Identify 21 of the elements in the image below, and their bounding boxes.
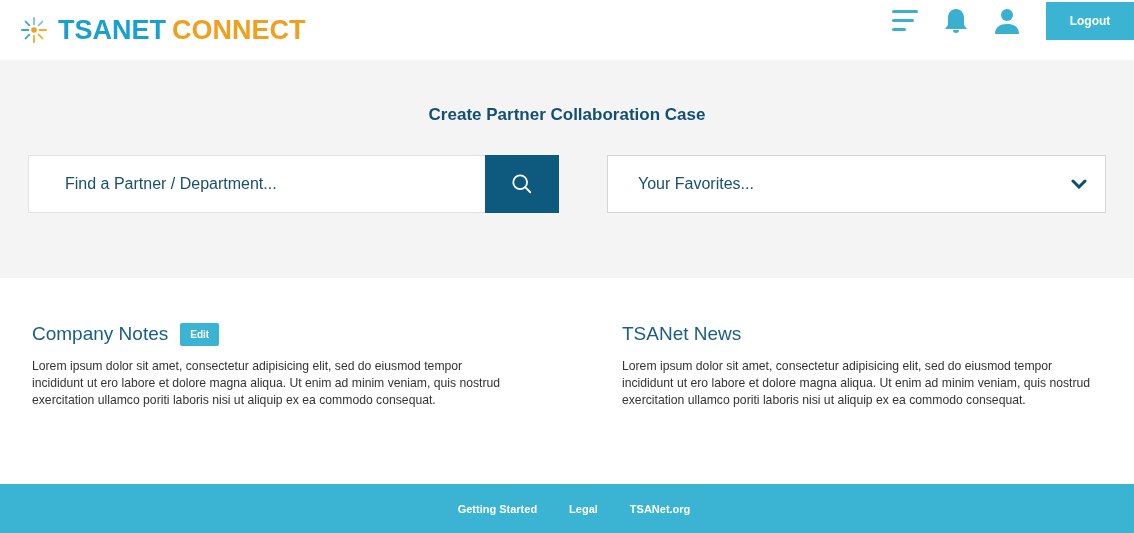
footer-link[interactable]: Getting Started xyxy=(457,502,538,515)
logo-product: CONNECT xyxy=(172,14,306,46)
section-heading: TSANet News xyxy=(622,323,742,345)
partner-search-field[interactable]: Find a Partner / Department... xyxy=(28,155,485,213)
footer-link[interactable]: TSANet.org xyxy=(629,502,691,515)
page-heading: Create Partner Collaboration Case xyxy=(428,105,706,125)
bell-icon[interactable] xyxy=(944,8,968,34)
chevron-down-icon xyxy=(1071,179,1087,189)
logo-brand: TSANET xyxy=(58,14,166,46)
section-text: Lorem ipsum dolor sit amet, consectetur adipisicing elit, sed do eiusmod tempor incididunt ut ero labore et dolore magna aliqua. Ut enim ad minim veniam, quis nostrud exercitation ullamco poriti laboris nisi ut aliquip ex ea commodo consequat. xyxy=(32,358,502,409)
favorites-dropdown[interactable]: Your Favorites... xyxy=(607,155,1106,213)
search-button[interactable] xyxy=(485,155,559,213)
edit-button[interactable]: Edit xyxy=(180,322,220,346)
user-icon[interactable] xyxy=(994,8,1020,34)
section-heading: Company Notes xyxy=(32,323,169,345)
footer-link[interactable]: Legal xyxy=(569,502,598,515)
section-text: Lorem ipsum dolor sit amet, consectetur adipisicing elit, sed do eiusmod tempor incididunt ut ero labore et dolore magna aliqua. Ut enim ad minim veniam, quis nostrud exercitation ullamco poriti laboris nisi ut aliquip ex ea commodo consequat. xyxy=(622,358,1092,409)
sparkle-icon xyxy=(20,16,48,44)
menu-icon[interactable] xyxy=(892,9,918,33)
search-icon xyxy=(511,173,533,195)
logout-button[interactable]: Logout xyxy=(1046,2,1134,40)
